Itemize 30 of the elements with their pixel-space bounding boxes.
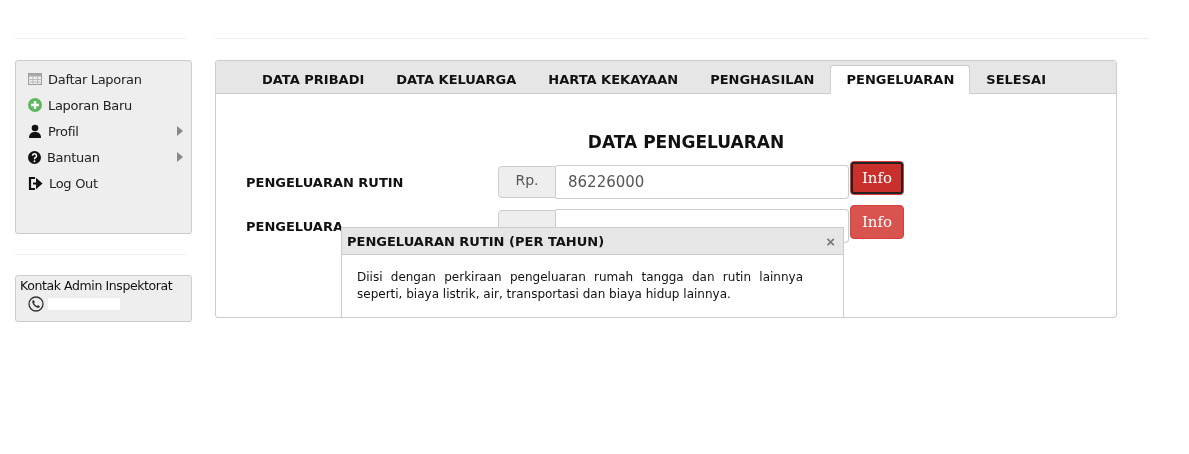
contact-title: Kontak Admin Inspektorat	[20, 278, 174, 293]
field-label: PENGELUARAN RUTIN	[246, 174, 405, 190]
tab[interactable]: DATA KELUARGA	[380, 65, 533, 94]
help-icon	[28, 150, 41, 164]
input-field[interactable]: 86226000	[556, 165, 849, 199]
section-title: DATA PENGELUARAN	[586, 132, 786, 152]
field-label: PENGELUARA	[246, 218, 344, 234]
info-button[interactable]: Info	[850, 161, 904, 195]
caret-icon	[177, 126, 183, 136]
phone-icon	[28, 296, 44, 312]
tab[interactable]: DATA PRIBADI	[246, 65, 381, 94]
tab[interactable]: HARTA KEKAYAAN	[532, 65, 695, 94]
close-button[interactable]: ×	[826, 232, 835, 250]
caret-icon	[177, 152, 183, 162]
currency-prefix: Rp.	[498, 166, 556, 198]
tab[interactable]: PENGELUARAN	[830, 65, 971, 94]
tab[interactable]: PENGHASILAN	[694, 65, 831, 94]
logout-icon	[28, 176, 43, 190]
popover-title: PENGELUARAN RUTIN (PER TAHUN)	[347, 233, 605, 249]
menu-item[interactable]: Daftar Laporan	[28, 66, 191, 92]
table-icon	[28, 73, 42, 85]
info-button[interactable]: Info	[850, 205, 904, 239]
plus-icon	[28, 98, 42, 112]
menu-item[interactable]: Laporan Baru	[28, 92, 191, 118]
menu-item[interactable]: Profil	[28, 118, 191, 144]
menu-item[interactable]: Log Out	[28, 170, 191, 196]
tab[interactable]: SELESAI	[970, 65, 1062, 94]
popover-text: Diisi dengan perkiraan pengeluaran rumah tangga dan rutin lainnya seperti, biaya listrik, air, transportasi dan biaya hidup lainnya.	[356, 269, 804, 303]
menu-item[interactable]: Bantuan	[28, 144, 191, 170]
user-icon	[28, 124, 42, 138]
